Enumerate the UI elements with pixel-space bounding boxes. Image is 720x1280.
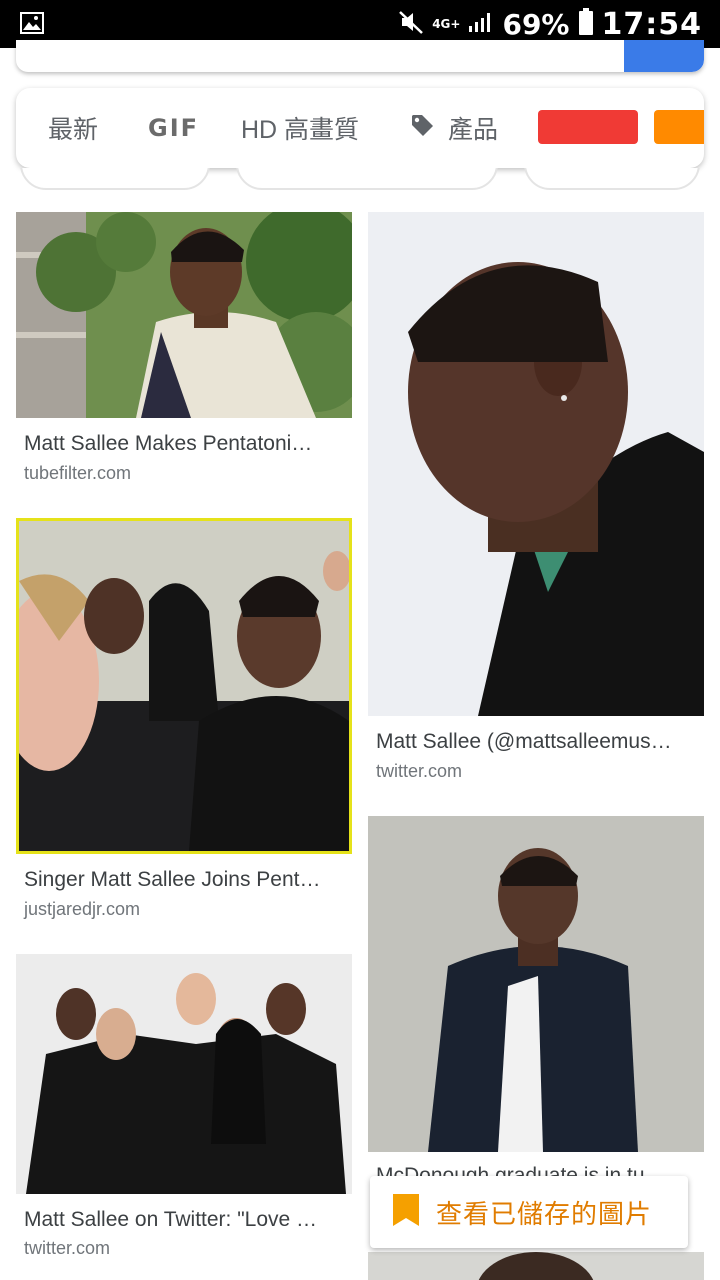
result-title[interactable]: Matt Sallee on Twitter: "Love … xyxy=(24,1208,342,1232)
search-button[interactable] xyxy=(624,40,704,72)
battery-percent: 69% xyxy=(502,7,570,41)
result-card[interactable]: Matt Sallee Makes Pentatoni… tubefilter.… xyxy=(16,212,352,502)
related-pill[interactable] xyxy=(524,168,700,190)
result-image[interactable] xyxy=(16,212,352,418)
result-title[interactable]: Matt Sallee Makes Pentatoni… xyxy=(24,432,342,456)
result-card[interactable]: McDonough graduate is in tu… xyxy=(368,816,704,1187)
result-title[interactable]: Matt Sallee (@mattsalleemus… xyxy=(376,730,696,754)
search-bar[interactable] xyxy=(16,40,704,72)
mute-icon xyxy=(398,9,424,39)
network-label: 4G+ xyxy=(432,17,461,31)
related-pill[interactable] xyxy=(236,168,498,190)
gallery-icon xyxy=(20,12,44,34)
clock: 17:54 xyxy=(601,6,702,42)
result-site: tubefilter.com xyxy=(24,463,132,483)
filter-gif[interactable]: GIF xyxy=(148,88,199,168)
filter-bar: 最新 GIF HD 高畫質 產品 xyxy=(16,88,704,168)
filter-latest[interactable]: 最新 xyxy=(48,88,98,168)
result-card[interactable]: Singer Matt Sallee Joins Pent… justjared… xyxy=(16,518,352,922)
result-site: twitter.com xyxy=(376,761,463,781)
result-card[interactable]: Matt Sallee on Twitter: "Love … twitter.… xyxy=(16,954,352,1274)
related-pill[interactable] xyxy=(20,168,210,190)
filter-hd[interactable]: HD 高畫質 xyxy=(241,88,359,168)
color-filter-orange[interactable] xyxy=(654,110,704,144)
filter-products-label: 產品 xyxy=(448,116,499,144)
result-image[interactable] xyxy=(16,954,352,1194)
tag-icon xyxy=(410,112,436,145)
battery-icon xyxy=(578,8,594,40)
result-image[interactable] xyxy=(16,518,352,854)
result-image[interactable] xyxy=(368,212,704,716)
result-site: justjaredjr.com xyxy=(24,899,141,919)
related-pills xyxy=(0,168,720,192)
result-image[interactable] xyxy=(368,816,704,1152)
filter-products[interactable]: 產品 xyxy=(410,88,498,168)
bookmark-icon xyxy=(390,1192,422,1233)
color-filter-red[interactable] xyxy=(538,110,638,144)
result-image[interactable] xyxy=(368,1252,704,1280)
result-title[interactable]: Singer Matt Sallee Joins Pent… xyxy=(24,868,342,892)
view-saved-images-label: 查看已儲存的圖片 xyxy=(436,1198,653,1229)
result-card[interactable] xyxy=(368,1252,704,1280)
result-card[interactable]: Matt Sallee (@mattsalleemus… twitter.com xyxy=(368,212,704,802)
view-saved-images-button[interactable]: 查看已儲存的圖片 xyxy=(370,1176,688,1248)
result-site: twitter.com xyxy=(24,1238,111,1258)
signal-icon xyxy=(468,10,494,38)
